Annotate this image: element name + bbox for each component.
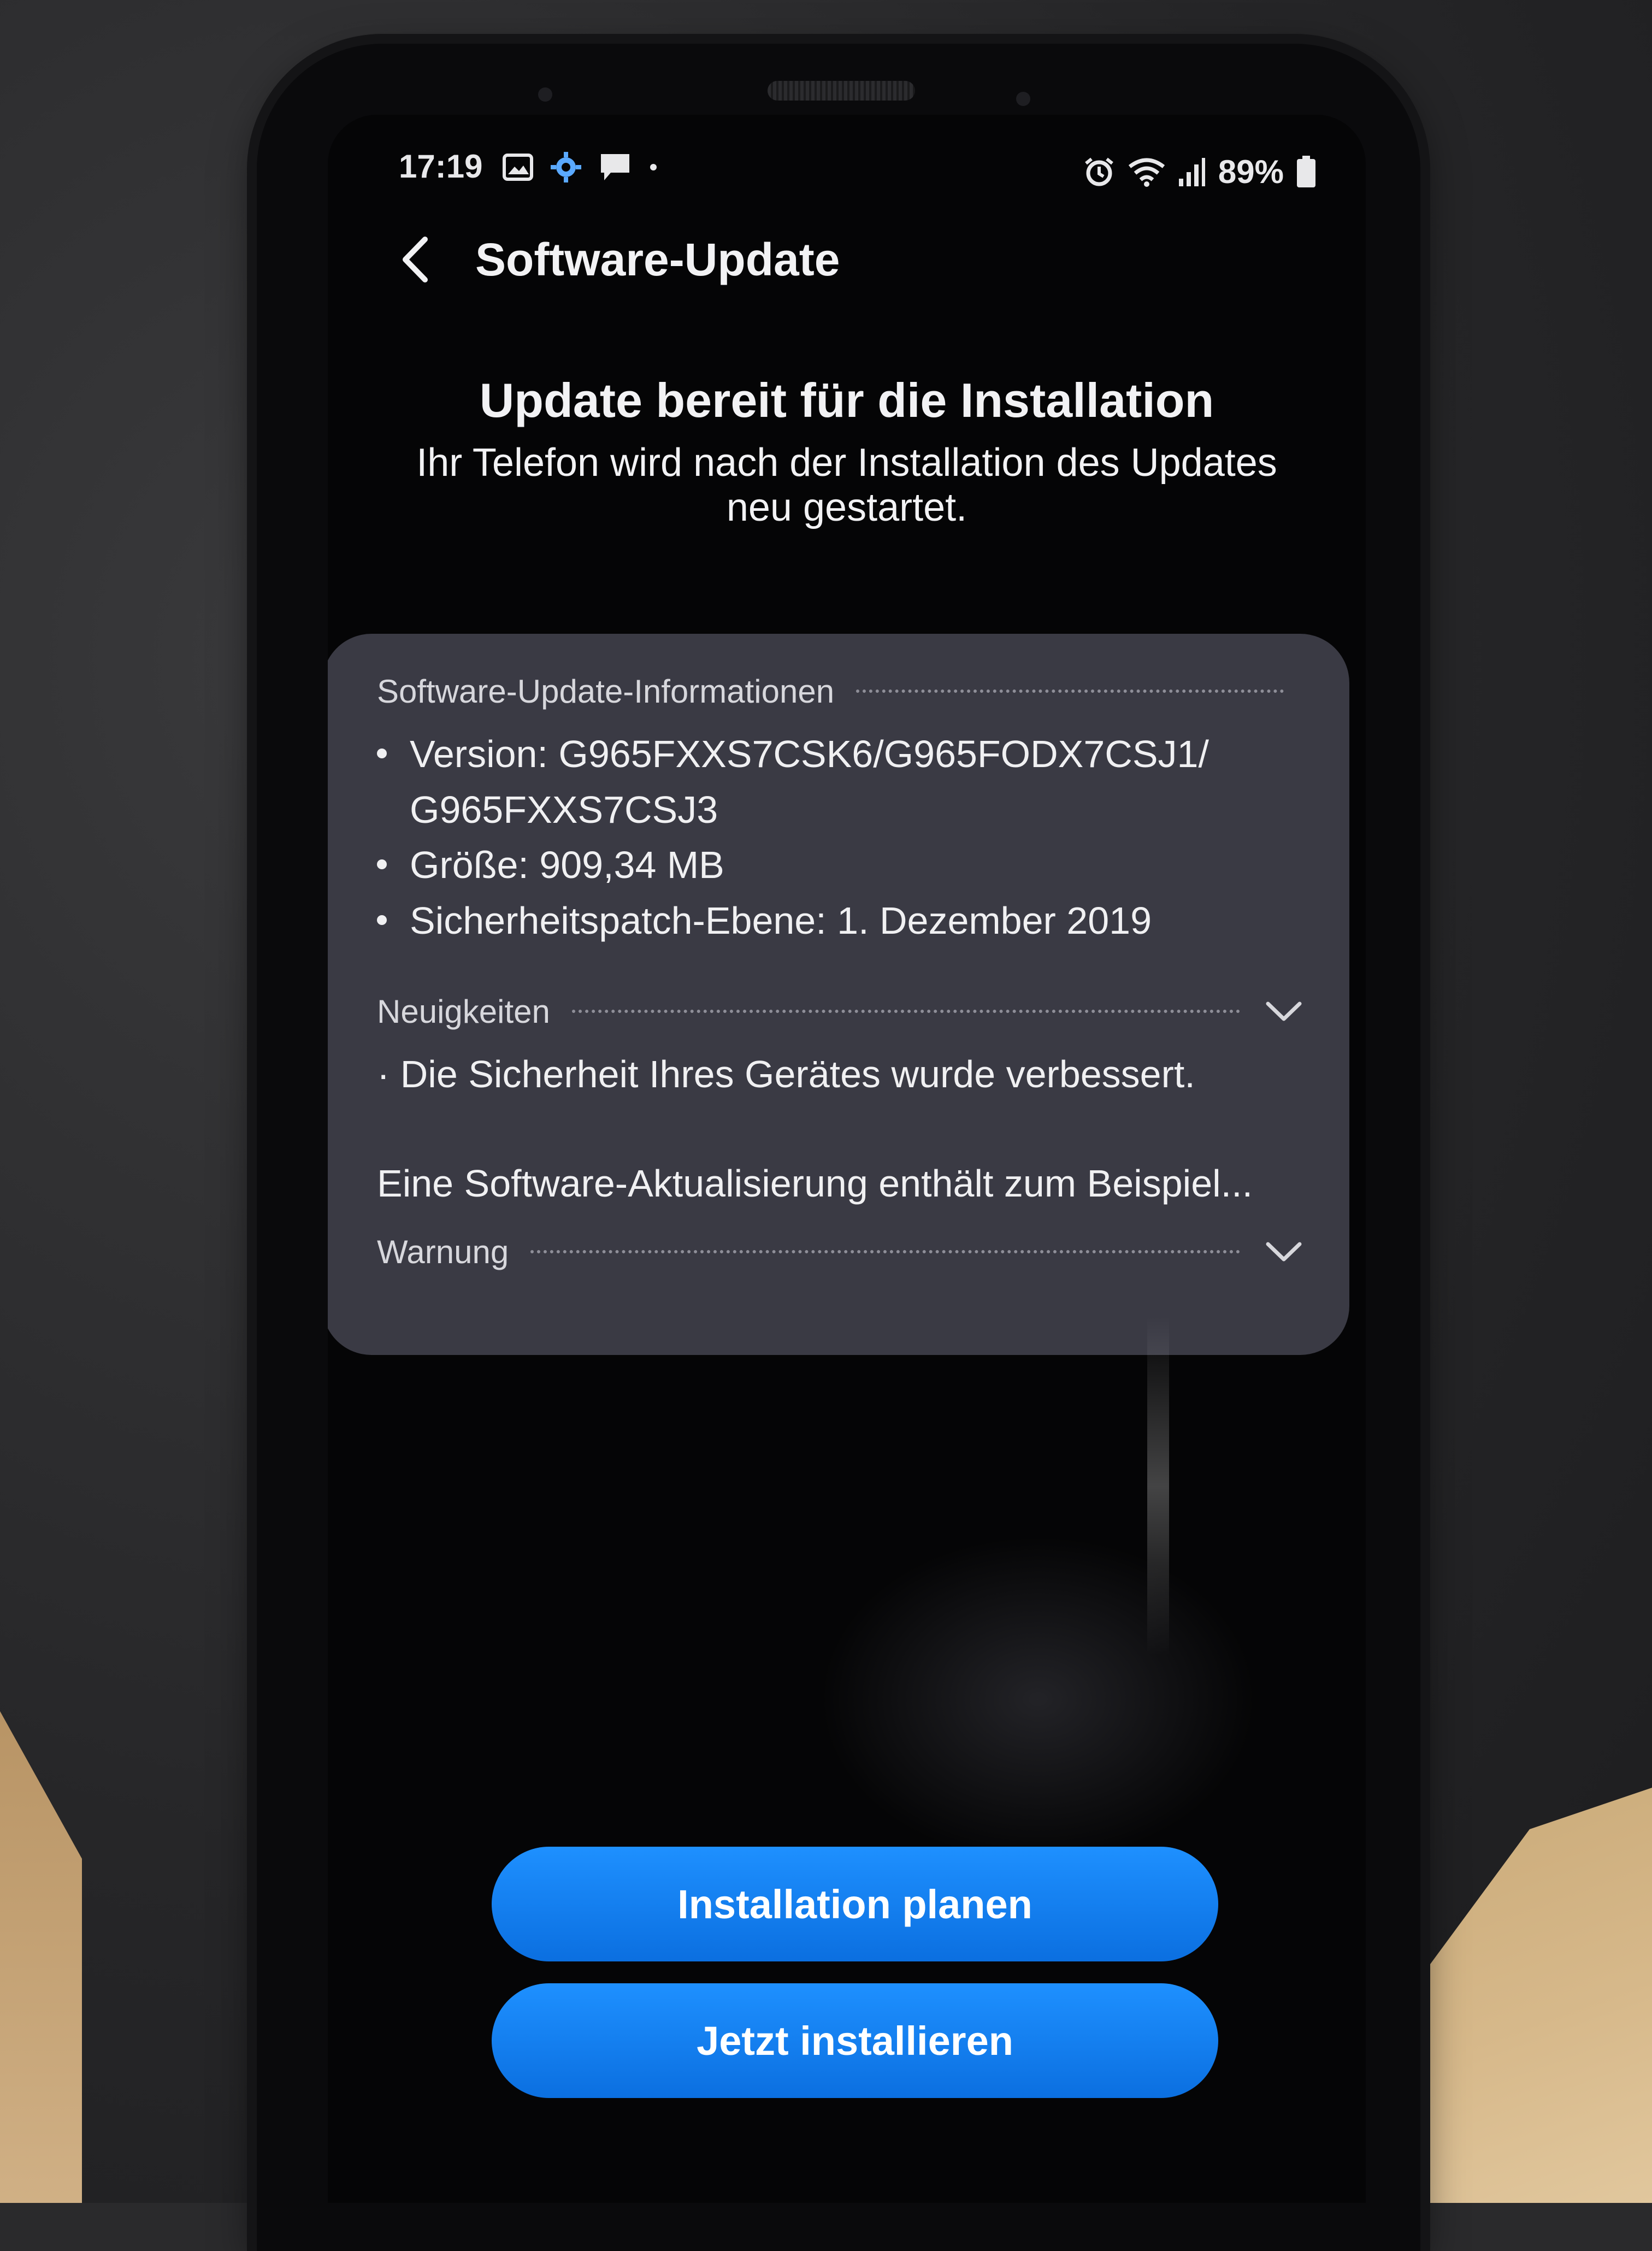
alarm-icon <box>1085 157 1113 186</box>
battery-icon <box>1297 155 1315 187</box>
settings-icon <box>551 152 581 182</box>
wifi-icon <box>1128 158 1165 187</box>
signal-icon <box>1178 157 1205 186</box>
update-status-header: Update bereit für die Installation Ihr T… <box>371 372 1322 531</box>
news-section-header[interactable]: Neuigkeiten <box>377 987 1306 1036</box>
screen-glare <box>1147 1317 1169 1655</box>
security-patch-item: Sicherheitspatch-Ebene: 1. Dezember 2019 <box>377 893 1306 949</box>
news-text: · Die Sicherheit Ihres Gerätes wurde ver… <box>377 1053 1195 1095</box>
dotted-divider <box>856 690 1284 693</box>
earpiece-speaker <box>768 81 915 101</box>
warning-section-header[interactable]: Warnung <box>377 1227 1306 1276</box>
front-camera <box>1016 92 1030 106</box>
news-section-label: Neuigkeiten <box>377 993 550 1030</box>
update-example-link[interactable]: Eine Software-Aktualisierung enthält zum… <box>377 1162 1306 1205</box>
update-ready-title: Update bereit für die Installation <box>479 373 1214 427</box>
dot-icon <box>650 164 657 170</box>
status-time: 17:19 <box>399 148 483 185</box>
dotted-divider <box>571 1010 1240 1013</box>
status-right-icons: 89% <box>1083 153 1317 191</box>
info-section-header: Software-Update-Informationen <box>377 667 1306 716</box>
app-bar: Software-Update <box>388 224 1262 295</box>
back-arrow-icon <box>403 237 428 282</box>
battery-percentage: 89% <box>1218 154 1284 190</box>
schedule-install-button[interactable]: Installation planen <box>492 1847 1218 1961</box>
page-title: Software-Update <box>475 233 840 285</box>
info-section-label: Software-Update-Informationen <box>377 673 835 710</box>
size-item: Größe: 909,34 MB <box>377 838 1306 893</box>
screen-smudge <box>819 1535 1256 1863</box>
message-icon <box>601 154 629 180</box>
front-sensor <box>538 87 552 102</box>
chevron-down-icon <box>1266 1242 1302 1262</box>
update-restart-note: Ihr Telefon wird nach der Installation d… <box>416 440 1277 530</box>
gallery-icon <box>503 154 533 181</box>
status-left-icons <box>503 151 659 184</box>
warning-section-label: Warnung <box>377 1233 509 1270</box>
version-item: Version: G965FXXS7CSK6/G965FODX7CSJ1/ G9… <box>377 727 1306 838</box>
update-info-list: Version: G965FXXS7CSK6/G965FODX7CSJ1/ G9… <box>377 727 1306 948</box>
chevron-down-icon <box>1266 1001 1302 1021</box>
news-expand-toggle[interactable] <box>1262 989 1306 1033</box>
phone-screen: 17:19 89% Software-Update Update bereit … <box>328 115 1366 2203</box>
dotted-divider <box>530 1250 1240 1253</box>
status-bar: 17:19 89% <box>399 142 1317 197</box>
warning-expand-toggle[interactable] <box>1262 1230 1306 1274</box>
install-now-button[interactable]: Jetzt installieren <box>492 1983 1218 2098</box>
back-button[interactable] <box>388 232 442 287</box>
update-info-card: Software-Update-Informationen Version: G… <box>328 634 1349 1355</box>
